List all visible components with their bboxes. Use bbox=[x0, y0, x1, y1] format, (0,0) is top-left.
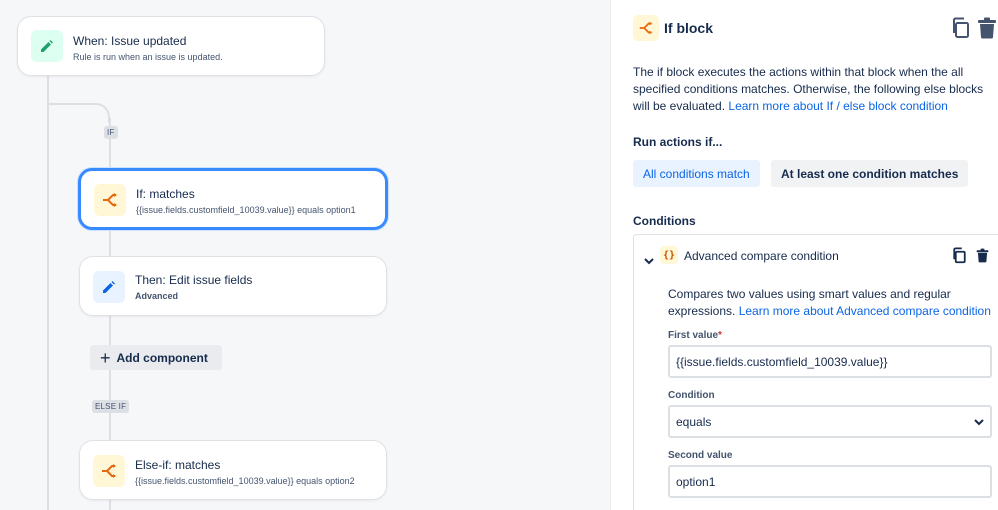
first-value-label-text: First value bbox=[668, 330, 719, 341]
advanced-compare-condition: {} Advanced compare condition Compares t… bbox=[633, 234, 998, 510]
else-if-branch-tag: ELSE IF bbox=[92, 400, 130, 413]
panel-description: The if block executes the actions within… bbox=[633, 64, 998, 115]
copy-icon[interactable] bbox=[951, 17, 971, 44]
conditions-label: Conditions bbox=[633, 214, 696, 228]
then-action-card[interactable]: Then: Edit issue fields Advanced bbox=[79, 256, 387, 316]
trigger-title: When: Issue updated bbox=[73, 34, 187, 48]
if-block-panel: If block The if block executes the actio… bbox=[610, 0, 998, 510]
first-value-label: First value* bbox=[668, 330, 722, 341]
else-if-card-title: Else-if: matches bbox=[135, 458, 221, 472]
if-branch-tag: IF bbox=[104, 126, 118, 139]
if-condition-card[interactable]: If: matches {{issue.fields.customfield_1… bbox=[78, 168, 388, 230]
chevron-down-icon[interactable] bbox=[644, 252, 654, 270]
second-value-text: option1 bbox=[676, 474, 716, 489]
branch-curve bbox=[94, 103, 110, 123]
else-if-condition-card[interactable]: Else-if: matches {{issue.fields.customfi… bbox=[79, 440, 387, 500]
trigger-subtitle: Rule is run when an issue is updated. bbox=[73, 52, 223, 62]
add-component-label: Add component bbox=[116, 350, 208, 365]
condition-select-value: equals bbox=[676, 414, 712, 429]
condition-title: Advanced compare condition bbox=[684, 249, 839, 263]
first-value-text: {{issue.fields.customfield_10039.value}} bbox=[676, 354, 888, 369]
plus-icon: + bbox=[100, 347, 111, 368]
pencil-icon bbox=[93, 271, 125, 303]
if-card-subtitle: {{issue.fields.customfield_10039.value}}… bbox=[136, 205, 356, 215]
second-value-label: Second value bbox=[668, 450, 733, 461]
copy-icon[interactable] bbox=[952, 247, 967, 269]
trigger-card[interactable]: When: Issue updated Rule is run when an … bbox=[17, 16, 325, 76]
main-connector bbox=[47, 76, 49, 510]
condition-label: Condition bbox=[668, 390, 715, 401]
if-card-title: If: matches bbox=[136, 187, 195, 201]
pencil-icon bbox=[31, 30, 63, 62]
trash-icon[interactable] bbox=[977, 17, 997, 44]
curly-braces-icon: {} bbox=[660, 246, 678, 264]
first-value-field[interactable]: {{issue.fields.customfield_10039.value}} bbox=[668, 345, 992, 378]
all-conditions-match-option[interactable]: All conditions match bbox=[633, 160, 760, 187]
learn-more-if-else-link[interactable]: Learn more about If / else block conditi… bbox=[728, 99, 947, 113]
condition-description: Compares two values using smart values a… bbox=[668, 286, 998, 320]
then-card-subtitle: Advanced bbox=[135, 291, 179, 301]
learn-more-compare-link[interactable]: Learn more about Advanced compare condit… bbox=[739, 304, 991, 318]
branch-icon bbox=[93, 455, 125, 487]
branch-connector bbox=[47, 103, 97, 105]
add-component-button[interactable]: + Add component bbox=[90, 345, 222, 370]
panel-title: If block bbox=[664, 20, 714, 36]
then-card-title: Then: Edit issue fields bbox=[135, 273, 253, 287]
second-value-field[interactable]: option1 bbox=[668, 465, 992, 498]
run-actions-label: Run actions if... bbox=[633, 135, 723, 149]
condition-select[interactable]: equals bbox=[668, 405, 992, 438]
chevron-down-icon bbox=[974, 415, 984, 429]
rule-canvas: When: Issue updated Rule is run when an … bbox=[0, 0, 610, 510]
trash-icon[interactable] bbox=[976, 248, 989, 268]
branch-icon bbox=[633, 15, 659, 41]
else-if-card-subtitle: {{issue.fields.customfield_10039.value}}… bbox=[135, 476, 355, 486]
branch-icon bbox=[94, 184, 126, 216]
at-least-one-condition-option[interactable]: At least one condition matches bbox=[771, 160, 969, 187]
required-mark: * bbox=[718, 330, 722, 341]
